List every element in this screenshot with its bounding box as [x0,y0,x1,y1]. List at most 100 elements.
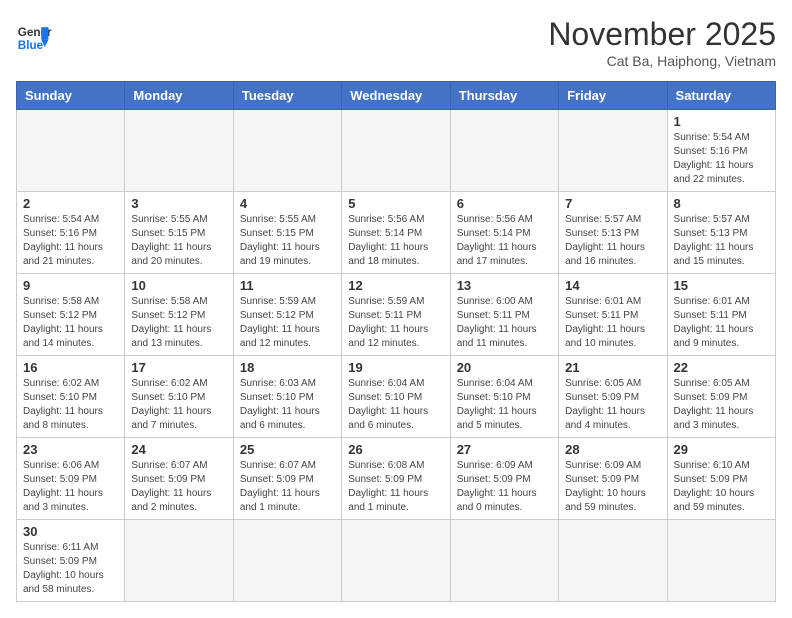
col-thursday: Thursday [450,82,558,110]
col-friday: Friday [559,82,667,110]
calendar-cell [559,520,667,602]
calendar-cell: 7 Sunrise: 5:57 AM Sunset: 5:13 PM Daylig… [559,192,667,274]
day-number: 3 [131,196,226,211]
calendar-cell [559,110,667,192]
day-info: Sunrise: 5:57 AM Sunset: 5:13 PM Dayligh… [674,213,769,269]
calendar-cell: 27Sunrise: 6:09 AM Sunset: 5:09 PM Dayli… [450,438,558,520]
day-number: 8 [674,196,769,211]
day-info: Sunrise: 5:58 AM Sunset: 5:12 PM Dayligh… [131,295,226,351]
calendar-cell: 20 Sunrise: 6:04 AM Sunset: 5:10 PM Dayli… [450,356,558,438]
svg-text:Blue: Blue [18,39,44,52]
calendar-cell: 6 Sunrise: 5:56 AM Sunset: 5:14 PM Daylig… [450,192,558,274]
day-info: Sunrise: 5:58 AM Sunset: 5:12 PM Dayligh… [23,295,118,351]
day-info: Sunrise: 6:07 AM Sunset: 5:09 PM Dayligh… [131,459,226,515]
day-number: 23 [23,442,118,457]
calendar-cell [450,110,558,192]
day-number: 24 [131,442,226,457]
calendar-cell: 24 Sunrise: 6:07 AM Sunset: 5:09 PM Dayli… [125,438,233,520]
day-number: 16 [23,360,118,375]
day-number: 21 [565,360,660,375]
day-number: 4 [240,196,335,211]
calendar-cell: 16 Sunrise: 6:02 AM Sunset: 5:10 PM Dayli… [17,356,125,438]
calendar-cell: 9 Sunrise: 5:58 AM Sunset: 5:12 PM Daylig… [17,274,125,356]
day-number: 17 [131,360,226,375]
calendar-cell [667,520,775,602]
day-info: Sunrise: 5:56 AM Sunset: 5:14 PM Dayligh… [457,213,552,269]
day-info: Sunrise: 5:59 AM Sunset: 5:12 PM Dayligh… [240,295,335,351]
calendar-cell [17,110,125,192]
calendar-week-3: 16 Sunrise: 6:02 AM Sunset: 5:10 PM Dayli… [17,356,776,438]
day-number: 25 [240,442,335,457]
calendar-cell: 28 Sunrise: 6:09 AM Sunset: 5:09 PM Dayli… [559,438,667,520]
day-info: Sunrise: 6:09 AM Sunset: 5:09 PM Dayligh… [565,459,660,515]
location: Cat Ba, Haiphong, Vietnam [548,53,776,69]
day-number: 15 [674,278,769,293]
calendar-cell: 11 Sunrise: 5:59 AM Sunset: 5:12 PM Dayli… [233,274,341,356]
day-info: Sunrise: 5:55 AM Sunset: 5:15 PM Dayligh… [240,213,335,269]
day-info: Sunrise: 6:04 AM Sunset: 5:10 PM Dayligh… [457,377,552,433]
calendar-cell: 26 Sunrise: 6:08 AM Sunset: 5:09 PM Dayli… [342,438,450,520]
calendar: Sunday Monday Tuesday Wednesday Thursday… [16,81,776,602]
day-info: Sunrise: 6:04 AM Sunset: 5:10 PM Dayligh… [348,377,443,433]
col-tuesday: Tuesday [233,82,341,110]
calendar-cell [125,110,233,192]
calendar-cell: 3 Sunrise: 5:55 AM Sunset: 5:15 PM Daylig… [125,192,233,274]
day-number: 11 [240,278,335,293]
calendar-cell: 10 Sunrise: 5:58 AM Sunset: 5:12 PM Dayli… [125,274,233,356]
day-info: Sunrise: 5:54 AM Sunset: 5:16 PM Dayligh… [674,131,769,187]
day-number: 6 [457,196,552,211]
calendar-header-row: Sunday Monday Tuesday Wednesday Thursday… [17,82,776,110]
calendar-cell: 5Sunrise: 5:56 AM Sunset: 5:14 PM Daylig… [342,192,450,274]
day-number: 22 [674,360,769,375]
day-info: Sunrise: 5:57 AM Sunset: 5:13 PM Dayligh… [565,213,660,269]
calendar-cell: 17Sunrise: 6:02 AM Sunset: 5:10 PM Dayli… [125,356,233,438]
day-info: Sunrise: 6:08 AM Sunset: 5:09 PM Dayligh… [348,459,443,515]
calendar-week-0: 1 Sunrise: 5:54 AM Sunset: 5:16 PM Daylig… [17,110,776,192]
day-info: Sunrise: 6:01 AM Sunset: 5:11 PM Dayligh… [674,295,769,351]
calendar-week-5: 30Sunrise: 6:11 AM Sunset: 5:09 PM Dayli… [17,520,776,602]
calendar-cell: 14Sunrise: 6:01 AM Sunset: 5:11 PM Dayli… [559,274,667,356]
day-number: 12 [348,278,443,293]
calendar-week-2: 9 Sunrise: 5:58 AM Sunset: 5:12 PM Daylig… [17,274,776,356]
logo: General Blue [16,20,52,56]
day-info: Sunrise: 6:07 AM Sunset: 5:09 PM Dayligh… [240,459,335,515]
col-sunday: Sunday [17,82,125,110]
calendar-cell: 13Sunrise: 6:00 AM Sunset: 5:11 PM Dayli… [450,274,558,356]
day-info: Sunrise: 6:05 AM Sunset: 5:09 PM Dayligh… [565,377,660,433]
day-number: 10 [131,278,226,293]
day-number: 26 [348,442,443,457]
calendar-week-4: 23 Sunrise: 6:06 AM Sunset: 5:09 PM Dayli… [17,438,776,520]
day-info: Sunrise: 6:03 AM Sunset: 5:10 PM Dayligh… [240,377,335,433]
day-number: 2 [23,196,118,211]
header: General Blue November 2025 Cat Ba, Haiph… [16,16,776,69]
calendar-cell [233,520,341,602]
day-number: 9 [23,278,118,293]
day-info: Sunrise: 5:56 AM Sunset: 5:14 PM Dayligh… [348,213,443,269]
day-number: 7 [565,196,660,211]
calendar-cell: 22Sunrise: 6:05 AM Sunset: 5:09 PM Dayli… [667,356,775,438]
day-number: 18 [240,360,335,375]
day-info: Sunrise: 6:06 AM Sunset: 5:09 PM Dayligh… [23,459,118,515]
calendar-cell [342,110,450,192]
logo-icon: General Blue [16,20,52,56]
calendar-cell: 2 Sunrise: 5:54 AM Sunset: 5:16 PM Daylig… [17,192,125,274]
calendar-cell: 8 Sunrise: 5:57 AM Sunset: 5:13 PM Daylig… [667,192,775,274]
calendar-cell: 15 Sunrise: 6:01 AM Sunset: 5:11 PM Dayli… [667,274,775,356]
day-number: 29 [674,442,769,457]
month-title: November 2025 [548,16,776,53]
calendar-cell: 29 Sunrise: 6:10 AM Sunset: 5:09 PM Dayli… [667,438,775,520]
day-info: Sunrise: 5:54 AM Sunset: 5:16 PM Dayligh… [23,213,118,269]
calendar-cell: 18 Sunrise: 6:03 AM Sunset: 5:10 PM Dayli… [233,356,341,438]
day-info: Sunrise: 6:11 AM Sunset: 5:09 PM Dayligh… [23,541,118,597]
day-number: 1 [674,114,769,129]
day-info: Sunrise: 5:55 AM Sunset: 5:15 PM Dayligh… [131,213,226,269]
day-info: Sunrise: 6:02 AM Sunset: 5:10 PM Dayligh… [23,377,118,433]
day-info: Sunrise: 6:10 AM Sunset: 5:09 PM Dayligh… [674,459,769,515]
calendar-cell [233,110,341,192]
day-number: 20 [457,360,552,375]
calendar-cell: 4 Sunrise: 5:55 AM Sunset: 5:15 PM Daylig… [233,192,341,274]
day-number: 27 [457,442,552,457]
day-info: Sunrise: 6:01 AM Sunset: 5:11 PM Dayligh… [565,295,660,351]
title-area: November 2025 Cat Ba, Haiphong, Vietnam [548,16,776,69]
day-number: 28 [565,442,660,457]
